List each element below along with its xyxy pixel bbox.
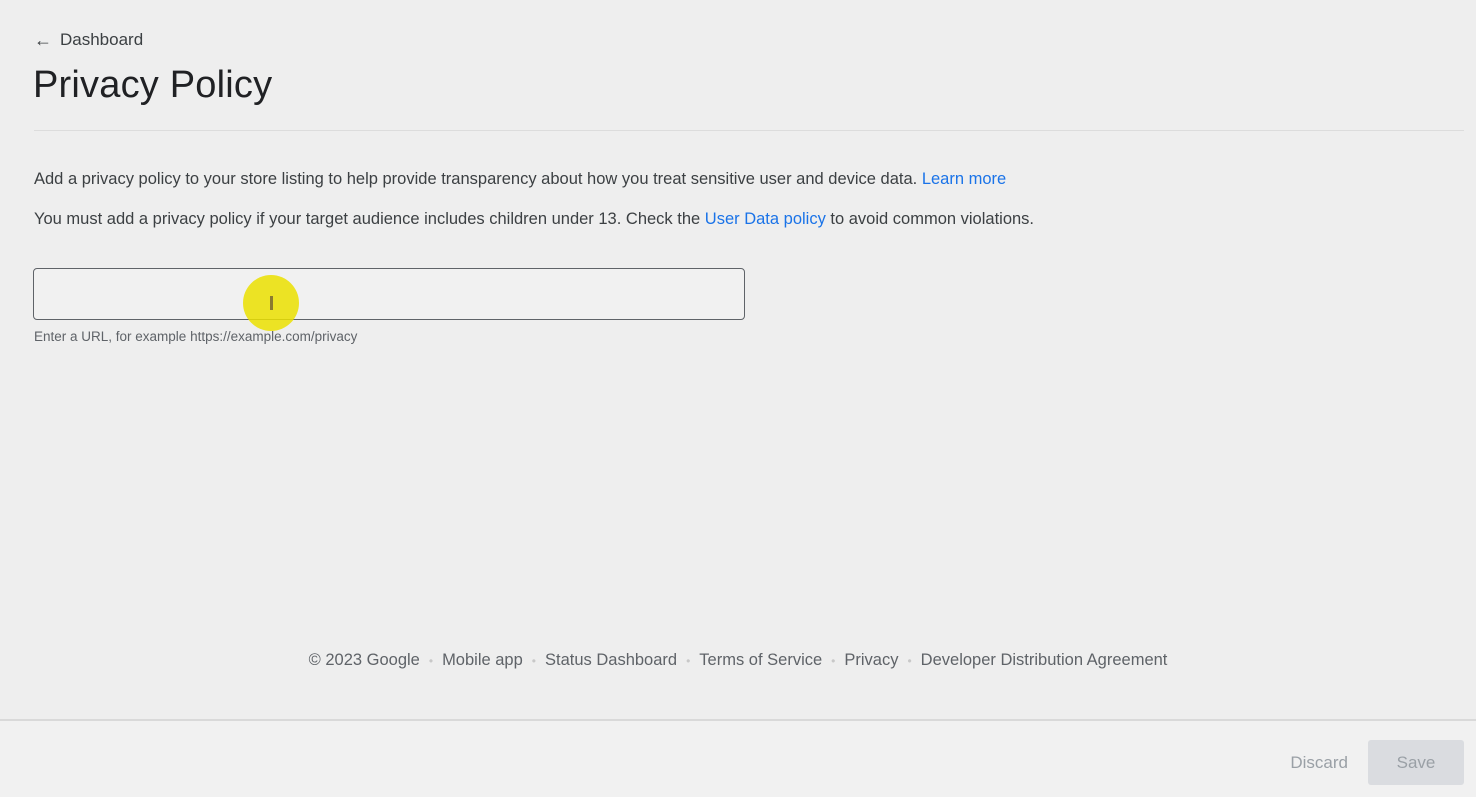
- description-line-2-text-after: to avoid common violations.: [825, 210, 1035, 228]
- footer-separator: •: [686, 653, 691, 668]
- footer-separator: •: [531, 653, 536, 668]
- description-line-2-text-before: You must add a privacy policy if your ta…: [34, 210, 705, 228]
- footer-copyright: © 2023 Google: [308, 651, 420, 669]
- header-divider: [34, 130, 1464, 131]
- action-bar: Discard Save: [0, 719, 1476, 797]
- user-data-policy-link[interactable]: User Data policy: [705, 210, 826, 228]
- page-title: Privacy Policy: [33, 64, 273, 106]
- save-button[interactable]: Save: [1368, 740, 1464, 785]
- footer-separator: •: [831, 653, 836, 668]
- description-line-1-text: Add a privacy policy to your store listi…: [34, 170, 922, 188]
- page: ← Dashboard Privacy Policy Add a privacy…: [0, 0, 1476, 797]
- footer-link-mobile-app[interactable]: Mobile app: [442, 651, 523, 669]
- footer-link-terms-of-service[interactable]: Terms of Service: [699, 651, 822, 669]
- footer-link-status-dashboard[interactable]: Status Dashboard: [545, 651, 677, 669]
- footer-separator: •: [907, 653, 912, 668]
- url-helper-text: Enter a URL, for example https://example…: [34, 329, 358, 344]
- footer: © 2023 Google • Mobile app • Status Dashboar…: [0, 651, 1476, 670]
- arrow-left-icon: ←: [34, 30, 52, 50]
- learn-more-link[interactable]: Learn more: [922, 170, 1006, 188]
- description-line-2: You must add a privacy policy if your ta…: [34, 210, 1034, 229]
- footer-link-developer-distribution-agreement[interactable]: Developer Distribution Agreement: [921, 651, 1168, 669]
- footer-link-privacy[interactable]: Privacy: [844, 651, 898, 669]
- description-line-1: Add a privacy policy to your store listi…: [34, 170, 1006, 189]
- back-to-dashboard-link[interactable]: ← Dashboard: [34, 30, 143, 50]
- privacy-policy-url-input[interactable]: [33, 268, 745, 320]
- footer-separator: •: [428, 653, 434, 668]
- discard-button[interactable]: Discard: [1288, 741, 1350, 785]
- back-link-label: Dashboard: [60, 30, 144, 49]
